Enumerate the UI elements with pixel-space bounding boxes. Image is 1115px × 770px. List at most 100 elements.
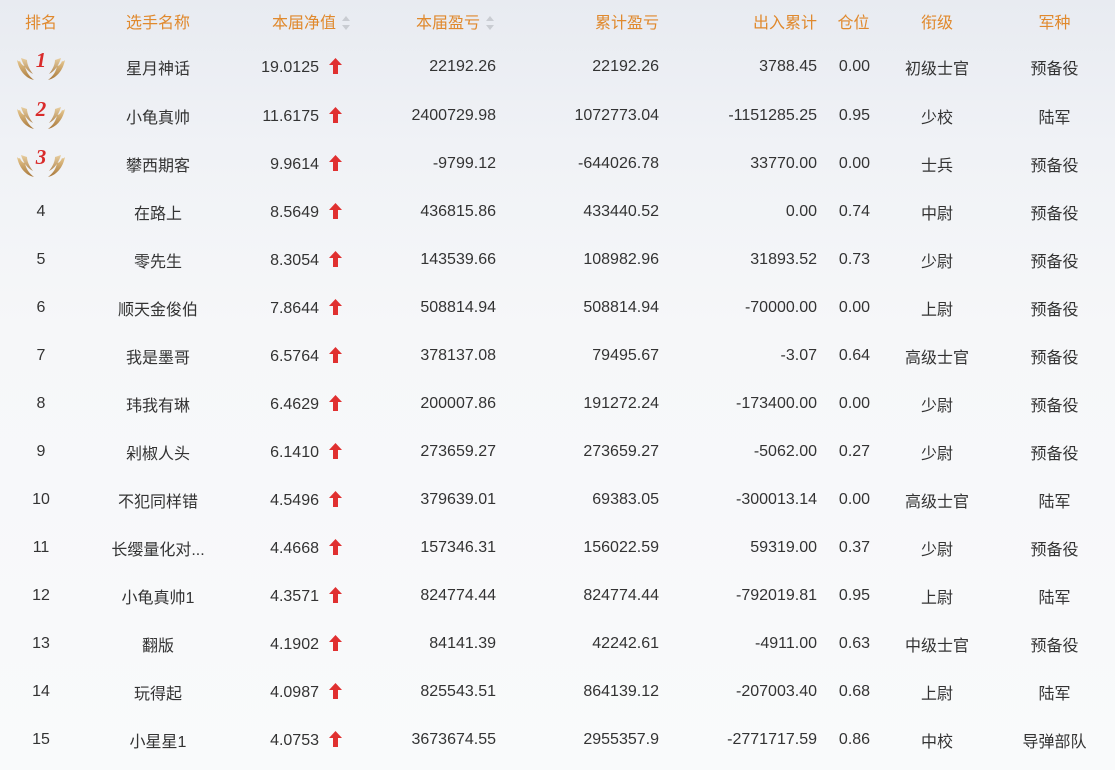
player-name[interactable]: 不犯同样错 (82, 476, 234, 524)
net-flow: -207003.40 (736, 683, 817, 700)
sort-icon[interactable] (342, 16, 350, 30)
table-row: 10 不犯同样错 4.5496 379639.01 69383.05 -3000… (0, 476, 1115, 524)
nav-cell: 4.1902 (234, 620, 362, 668)
table-row: 13 翻版 4.1902 84141.39 42242.61 -4911.00 … (0, 620, 1115, 668)
player-name[interactable]: 顺天金俊伯 (82, 284, 234, 332)
military-branch: 预备役 (1030, 398, 1079, 415)
table-row: 3 攀西期客 9.9614 -9799.12 -644026.78 33770.… (0, 140, 1115, 188)
military-branch: 预备役 (1030, 206, 1079, 223)
up-arrow-icon (329, 250, 342, 267)
rank-number: 10 (32, 491, 50, 508)
military-branch: 预备役 (1030, 638, 1079, 655)
military-branch: 预备役 (1030, 302, 1079, 319)
header-current-pnl-sortable[interactable]: 本届盈亏 (362, 0, 512, 42)
up-arrow-icon (329, 586, 342, 603)
net-flow: 59319.00 (750, 539, 817, 556)
up-arrow-icon (329, 154, 342, 171)
military-branch: 预备役 (1030, 542, 1079, 559)
nav-value: 6.1410 (270, 443, 319, 461)
cumulative-pnl: 22192.26 (592, 58, 659, 75)
cumulative-pnl: 1072773.04 (574, 107, 659, 124)
player-name[interactable]: 星月神话 (82, 42, 234, 92)
player-name[interactable]: 剁椒人头 (82, 428, 234, 476)
cumulative-pnl: 42242.61 (592, 635, 659, 652)
table-row: 4 在路上 8.5649 436815.86 433440.52 0.00 0.… (0, 188, 1115, 236)
rank-cell: 1 (0, 42, 82, 92)
player-name[interactable]: 小龟真帅 (82, 92, 234, 140)
sort-icon[interactable] (486, 16, 494, 30)
nav-cell: 4.0753 (234, 716, 362, 764)
rank-title: 少尉 (920, 398, 953, 415)
nav-cell: 9.9614 (234, 140, 362, 188)
rank-number: 13 (32, 635, 50, 652)
nav-value: 9.9614 (270, 155, 319, 173)
nav-cell: 4.4668 (234, 524, 362, 572)
rank-title: 少尉 (920, 254, 953, 271)
header-cumulative-pnl: 累计盈亏 (594, 15, 659, 32)
rank-number: 12 (32, 587, 50, 604)
net-flow: -2771717.59 (727, 731, 817, 748)
current-pnl: 824774.44 (420, 587, 496, 604)
rank-title: 士兵 (920, 158, 953, 175)
rank-number: 8 (36, 395, 46, 412)
position: 0.00 (838, 155, 871, 172)
rank-number: 6 (36, 299, 46, 316)
cumulative-pnl: 273659.27 (583, 443, 659, 460)
position: 0.74 (838, 203, 871, 220)
net-flow: 0.00 (785, 203, 817, 220)
rank-cell: 4 (0, 188, 82, 236)
up-arrow-icon (329, 634, 342, 651)
rank-cell: 3 (0, 140, 82, 188)
player-name[interactable]: 小星星1 (82, 716, 234, 764)
nav-value: 8.3054 (270, 251, 319, 269)
net-flow: 33770.00 (750, 155, 817, 172)
cumulative-pnl: 433440.52 (583, 203, 659, 220)
rank-title: 中尉 (920, 206, 953, 223)
rank-title: 上尉 (920, 590, 953, 607)
rank-cell: 2 (0, 92, 82, 140)
cumulative-pnl: 156022.59 (583, 539, 659, 556)
nav-cell: 4.5496 (234, 476, 362, 524)
table-row: 12 小龟真帅1 4.3571 824774.44 824774.44 -792… (0, 572, 1115, 620)
position: 0.00 (838, 58, 871, 75)
military-branch: 陆军 (1038, 494, 1071, 511)
header-arm: 军种 (1038, 15, 1071, 32)
current-pnl: 200007.86 (420, 395, 496, 412)
player-name[interactable]: 攀西期客 (82, 140, 234, 188)
rank-cell: 11 (0, 524, 82, 572)
net-flow: -173400.00 (736, 395, 817, 412)
header-rank: 排名 (24, 15, 57, 32)
cumulative-pnl: -644026.78 (578, 155, 659, 172)
table-body: 1 星月神话 19.0125 22192.26 22192.26 3788.45… (0, 42, 1115, 764)
player-name[interactable]: 我是墨哥 (82, 332, 234, 380)
rank-title: 少校 (920, 110, 953, 127)
rank-number: 7 (36, 347, 46, 364)
rank-number: 15 (32, 731, 50, 748)
player-name[interactable]: 长缨量化对... (82, 524, 234, 572)
player-name[interactable]: 玩得起 (82, 668, 234, 716)
header-nav-sortable[interactable]: 本届净值 (234, 0, 362, 42)
net-flow: -70000.00 (744, 299, 817, 316)
current-pnl: 2400729.98 (411, 107, 496, 124)
nav-value: 4.3571 (270, 587, 319, 605)
position: 0.95 (838, 107, 871, 124)
military-branch: 预备役 (1030, 254, 1079, 271)
table-row: 7 我是墨哥 6.5764 378137.08 79495.67 -3.07 0… (0, 332, 1115, 380)
nav-value: 11.6175 (262, 107, 319, 125)
table-row: 6 顺天金俊伯 7.8644 508814.94 508814.94 -7000… (0, 284, 1115, 332)
net-flow: 31893.52 (750, 251, 817, 268)
rank-title: 中校 (920, 734, 953, 751)
military-branch: 陆军 (1038, 686, 1071, 703)
player-name[interactable]: 玮我有琳 (82, 380, 234, 428)
up-arrow-icon (329, 490, 342, 507)
nav-value: 4.4668 (270, 539, 319, 557)
player-name[interactable]: 翻版 (82, 620, 234, 668)
player-name[interactable]: 在路上 (82, 188, 234, 236)
player-name[interactable]: 零先生 (82, 236, 234, 284)
current-pnl: 143539.66 (420, 251, 496, 268)
cumulative-pnl: 2955357.9 (583, 731, 659, 748)
cumulative-pnl: 69383.05 (592, 491, 659, 508)
player-name[interactable]: 小龟真帅1 (82, 572, 234, 620)
nav-value: 6.5764 (270, 347, 319, 365)
net-flow: -300013.14 (736, 491, 817, 508)
